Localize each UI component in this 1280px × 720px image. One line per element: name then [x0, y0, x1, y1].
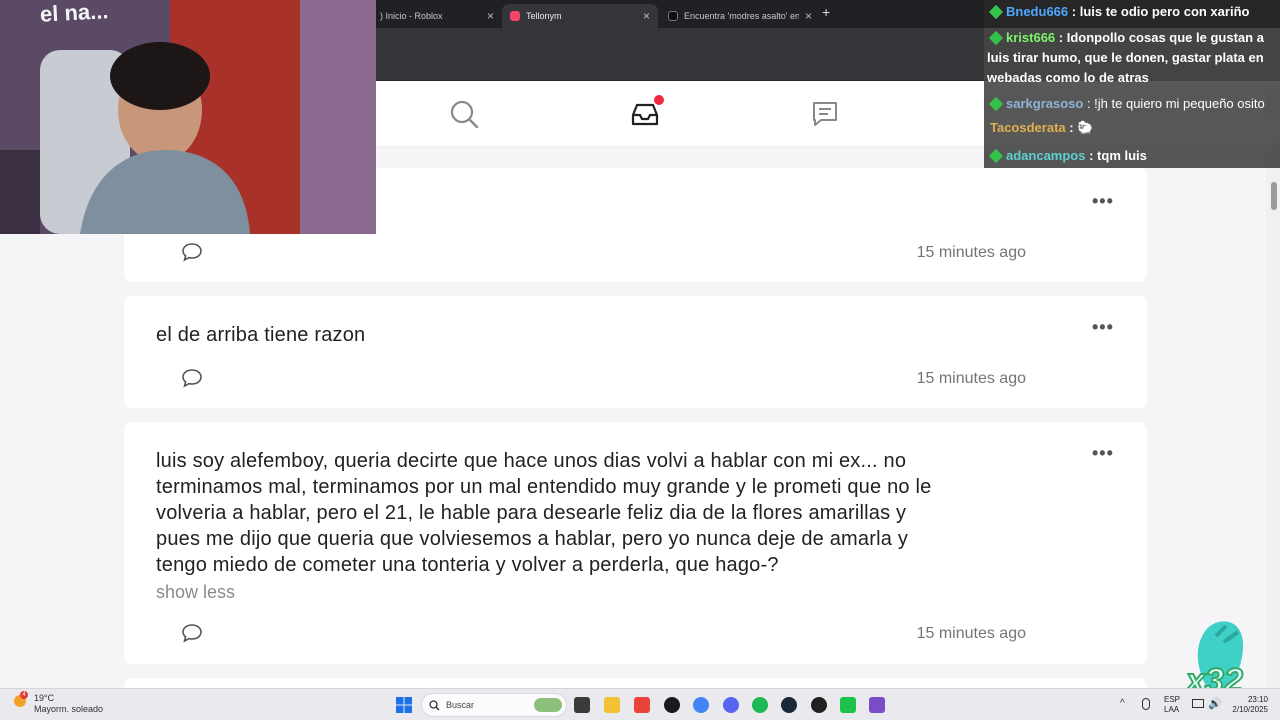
reply-icon[interactable]	[180, 367, 204, 389]
tab-tellonym[interactable]: Tellonym ×	[502, 4, 658, 28]
app-icon[interactable]	[664, 697, 680, 713]
chat-message: krist666 : Idonpollo cosas que le gustan…	[984, 28, 1280, 90]
taskbar-search[interactable]: Buscar	[421, 693, 567, 717]
streamer-video-image	[0, 0, 376, 234]
tell-text-line: luis soy alefemboy, queria decirte que h…	[156, 450, 907, 472]
volume-icon[interactable]: 🔊	[1208, 697, 1222, 710]
tell-text: luis soy alefemboy, queria decirte que h…	[156, 448, 931, 578]
obs-icon[interactable]	[811, 697, 827, 713]
lang-secondary: LAA	[1164, 705, 1180, 714]
timestamp: 15 minutes ago	[916, 625, 1026, 642]
chat-username: krist666	[1006, 30, 1056, 45]
tab-tiktok[interactable]: Encuentra 'modres asalto' en TikTok ×	[660, 4, 820, 28]
clock[interactable]: 23:10 2/10/2025	[1230, 695, 1268, 715]
notification-badge	[653, 94, 665, 106]
chat-username: Bnedu666	[1006, 4, 1069, 19]
close-icon[interactable]: ×	[805, 9, 812, 23]
scrollbar-thumb[interactable]	[1271, 182, 1277, 210]
chat-text: : !jh te quiero mi pequeño osito	[1086, 96, 1265, 111]
chat-username: Tacosderata	[990, 120, 1066, 135]
tab-title: Encuentra 'modres asalto' en TikTok	[684, 11, 799, 21]
tab-title: Tellonym	[526, 11, 562, 21]
page-scrollbar[interactable]	[1266, 147, 1280, 688]
weather-text: 19°C Mayorm. soleado	[34, 693, 103, 715]
chrome-icon[interactable]	[693, 697, 709, 713]
tell-text-line: terminamos mal, terminamos por un mal en…	[156, 476, 932, 498]
timestamp: 15 minutes ago	[916, 370, 1026, 387]
badge-icon	[988, 148, 1004, 164]
badge-icon	[988, 96, 1004, 112]
taskbar: 4 19°C Mayorm. soleado Buscar ^ ESP LAA …	[0, 688, 1280, 720]
lang-primary: ESP	[1164, 695, 1181, 704]
tell-text-line: pues me dijo que queria que volviesemos …	[156, 528, 909, 550]
chat-message: Tacosderata : 🐑	[984, 118, 1280, 142]
badge-icon	[988, 30, 1004, 46]
close-icon[interactable]: ×	[643, 9, 650, 23]
weather-temp: 19°C	[34, 693, 55, 703]
search-icon[interactable]	[447, 97, 481, 131]
tell-text-line: tengo miedo de cometer una tonteria y vo…	[156, 554, 779, 576]
app-icon[interactable]	[840, 697, 856, 713]
close-icon[interactable]: ×	[487, 9, 494, 23]
tell-card: el de arriba tiene razon ••• 15 minutes …	[124, 296, 1147, 408]
clock-date: 2/10/2025	[1232, 705, 1268, 714]
chat-text: :	[1069, 120, 1074, 135]
windows-start-icon[interactable]	[396, 697, 412, 713]
webcam-overlay-text: el na...	[39, 0, 110, 27]
more-options-button[interactable]: •••	[1092, 192, 1114, 210]
app-icon[interactable]	[869, 697, 885, 713]
steam-icon[interactable]	[781, 697, 797, 713]
reply-icon[interactable]	[180, 241, 204, 263]
timestamp: 15 minutes ago	[916, 244, 1026, 261]
messages-icon[interactable]	[808, 97, 842, 131]
tiktok-favicon-icon	[668, 11, 678, 21]
chevron-up-icon[interactable]: ^	[1120, 698, 1125, 709]
tell-card: luis soy alefemboy, queria decirte que h…	[124, 422, 1147, 664]
more-options-button[interactable]: •••	[1092, 318, 1114, 336]
tell-text-line: volveria a hablar, pero el 21, le hable …	[156, 502, 907, 524]
microphone-icon[interactable]	[1142, 698, 1150, 710]
webcam-feed: el na...	[0, 0, 376, 234]
network-icon[interactable]	[1192, 699, 1204, 708]
chat-text: : tqm luis	[1089, 148, 1147, 163]
task-view-icon[interactable]	[574, 697, 590, 713]
search-placeholder: Buscar	[446, 700, 475, 710]
screen: ) Inicio - Roblox × Tellonym × Encuentra…	[0, 0, 1280, 720]
clock-time: 23:10	[1247, 695, 1268, 704]
search-icon	[429, 700, 440, 711]
file-explorer-icon[interactable]	[604, 697, 620, 713]
more-options-button[interactable]: •••	[1092, 444, 1114, 462]
chat-username: sarkgrasoso	[1006, 96, 1084, 111]
discord-icon[interactable]	[723, 697, 739, 713]
chat-message: sarkgrasoso : !jh te quiero mi pequeño o…	[984, 94, 1280, 116]
app-icon[interactable]	[634, 697, 650, 713]
new-tab-button[interactable]: +	[822, 4, 830, 20]
chat-message: Bnedu666 : luis te odio pero con xariño	[984, 2, 1280, 24]
badge-icon	[988, 4, 1004, 20]
tab-roblox[interactable]: ) Inicio - Roblox ×	[372, 4, 502, 28]
tellonym-favicon-icon	[510, 11, 520, 21]
show-less-link[interactable]: show less	[156, 582, 235, 603]
reply-icon[interactable]	[180, 622, 204, 644]
chat-username: adancampos	[1006, 148, 1086, 163]
chat-message: adancampos : tqm luis	[984, 146, 1280, 166]
weather-badge: 4	[20, 691, 28, 699]
stream-chat: Bnedu666 : luis te odio pero con xariño …	[984, 0, 1280, 168]
search-highlight-icon	[534, 698, 562, 712]
language-indicator[interactable]: ESP LAA	[1164, 695, 1180, 715]
tab-title: ) Inicio - Roblox	[380, 11, 443, 21]
tell-text: el de arriba tiene razon	[156, 324, 366, 346]
weather-desc: Mayorm. soleado	[34, 704, 104, 714]
emote-icon: 🐑	[1077, 120, 1094, 135]
spotify-icon[interactable]	[752, 697, 768, 713]
chat-text: : luis te odio pero con xariño	[1071, 4, 1250, 19]
